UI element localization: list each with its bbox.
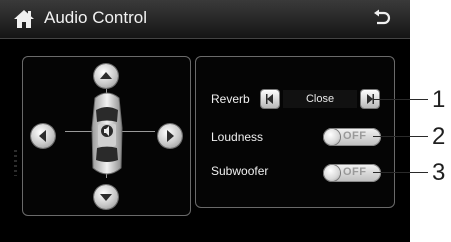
callout-line-3 <box>373 172 428 173</box>
right-arrow-icon <box>167 130 174 142</box>
toggle-knob <box>324 165 340 181</box>
audio-control-screen: Audio Control Reverb Close Loudness OFF … <box>0 0 410 242</box>
reverb-value: Close <box>305 93 335 105</box>
loudness-label: Loudness <box>211 130 264 144</box>
page-title: Audio Control <box>44 8 148 27</box>
fader-up-button[interactable] <box>94 64 118 88</box>
subwoofer-state: OFF <box>343 166 367 178</box>
left-arrow-icon <box>39 130 46 142</box>
car-top-view-icon <box>91 92 123 175</box>
subwoofer-toggle[interactable]: OFF <box>323 164 381 182</box>
subwoofer-label: Subwoofer <box>211 164 269 178</box>
loudness-toggle[interactable]: OFF <box>323 128 381 146</box>
balance-left-button[interactable] <box>31 124 55 148</box>
callout-line-1 <box>373 99 428 100</box>
callout-number-3: 3 <box>432 159 446 186</box>
up-arrow-icon <box>100 72 112 79</box>
balance-right-button[interactable] <box>158 124 182 148</box>
callout-line-2 <box>373 136 428 137</box>
loudness-state: OFF <box>343 130 367 142</box>
reverb-label: Reverb <box>211 92 250 106</box>
home-icon[interactable] <box>13 9 35 29</box>
callout-number-2: 2 <box>432 123 446 150</box>
fader-down-button[interactable] <box>94 185 118 209</box>
toggle-knob <box>324 129 340 145</box>
back-arrow-icon[interactable] <box>372 8 392 28</box>
title-bar: Audio Control <box>0 0 410 39</box>
callout-number-1: 1 <box>432 86 446 113</box>
left-triangle-icon <box>266 94 273 104</box>
decorative-dots <box>14 150 17 176</box>
down-arrow-icon <box>100 194 112 201</box>
reverb-prev-button[interactable] <box>261 90 279 108</box>
